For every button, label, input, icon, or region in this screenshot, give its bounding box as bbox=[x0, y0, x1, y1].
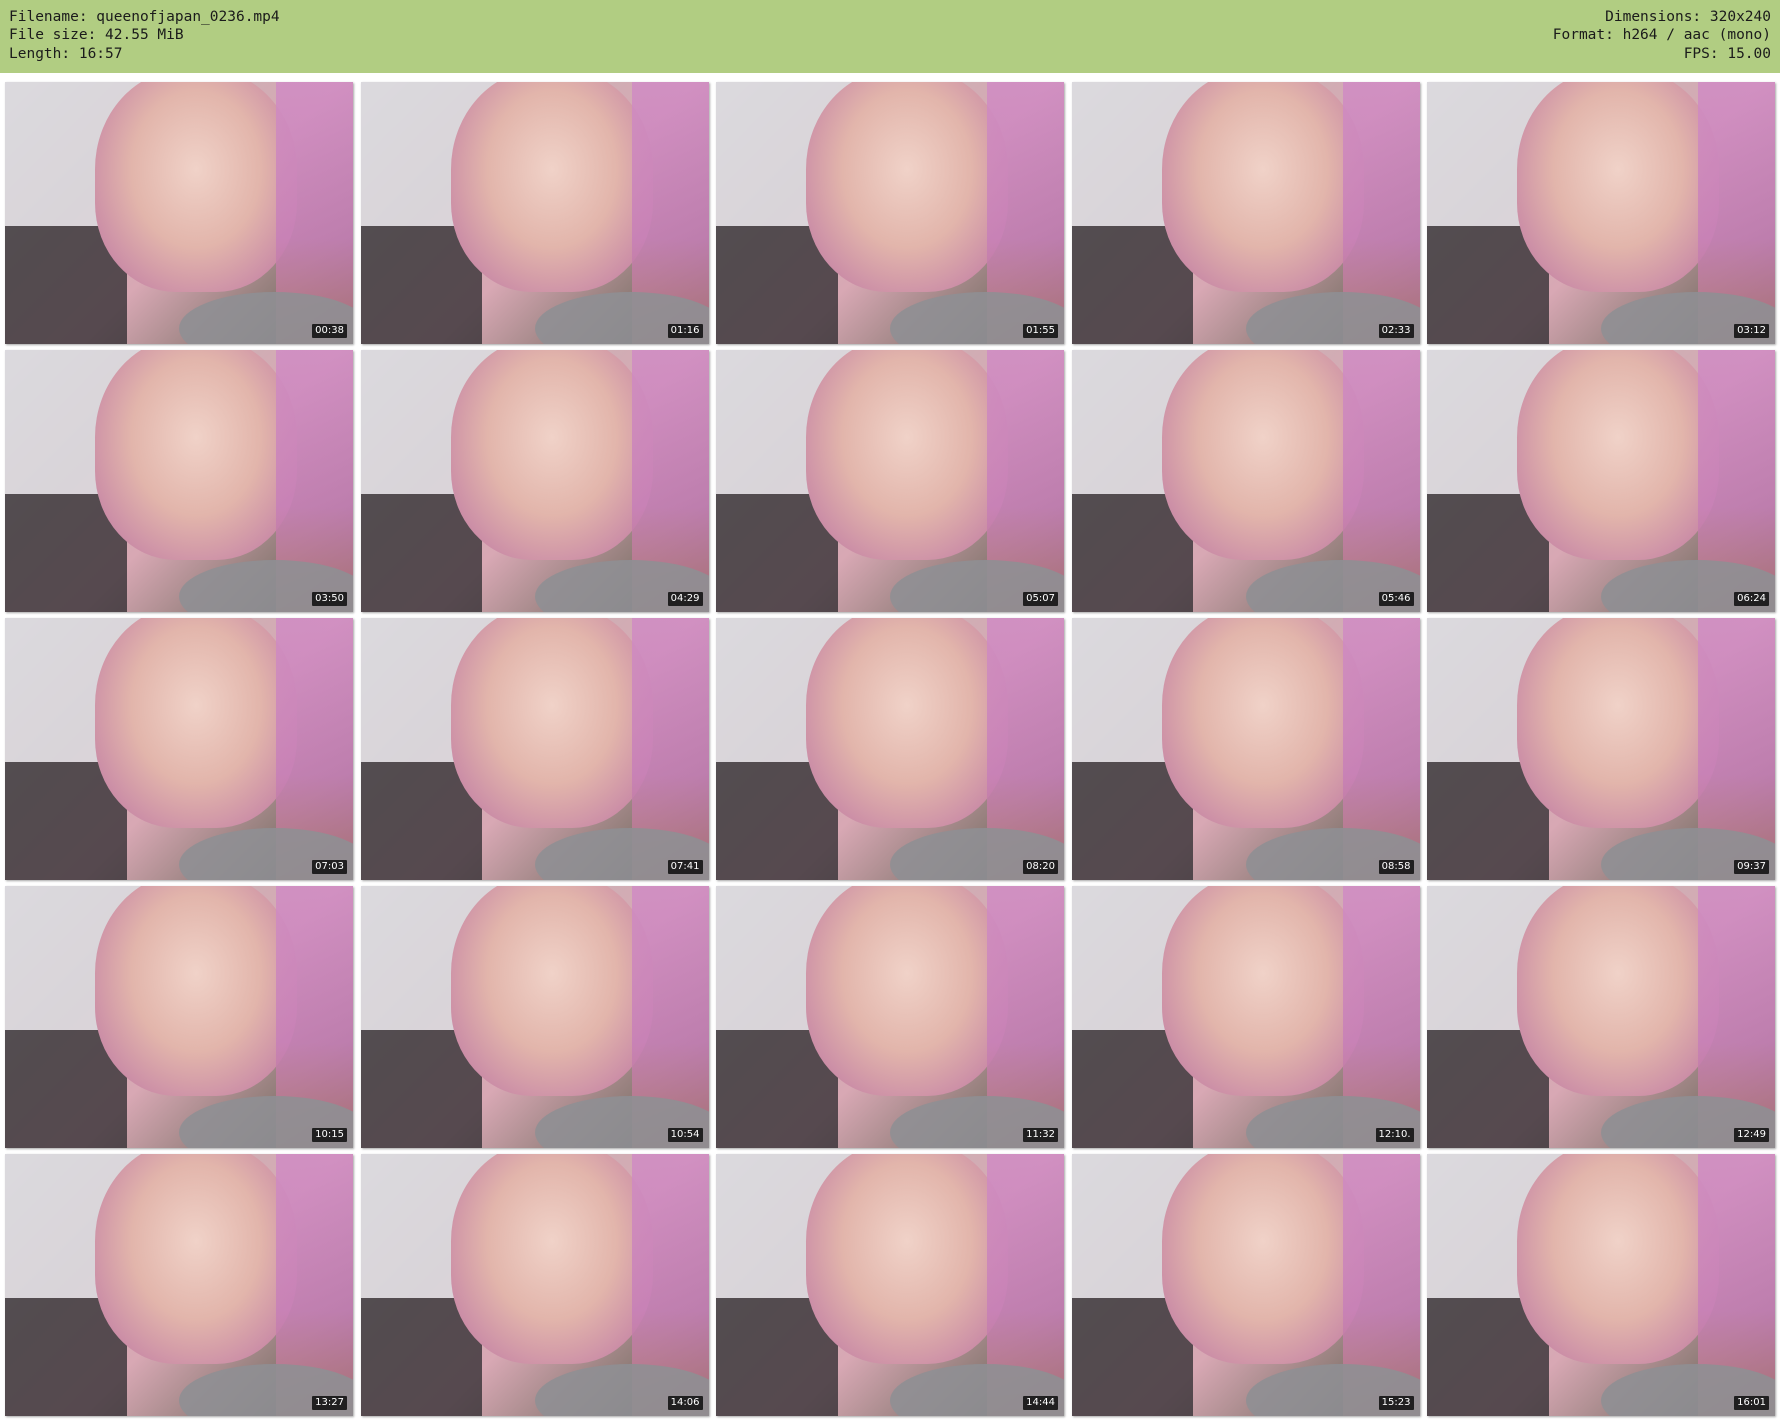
thumbnail: 08:20 bbox=[716, 618, 1064, 880]
info-left: Filename: queenofjapan_0236.mp4 File siz… bbox=[9, 8, 280, 63]
thumbnail: 04:29 bbox=[360, 350, 709, 612]
thumbnail: 00:38 bbox=[5, 82, 353, 344]
timestamp-label: 06:24 bbox=[1734, 592, 1769, 606]
timestamp-label: 10:15 bbox=[312, 1128, 347, 1142]
thumbnail: 03:50 bbox=[5, 350, 353, 612]
thumbnail: 07:03 bbox=[5, 618, 353, 880]
timestamp-label: 12:10. bbox=[1375, 1128, 1414, 1142]
timestamp-label: 05:46 bbox=[1378, 592, 1414, 606]
format-text: Format: h264 / aac (mono) bbox=[1552, 27, 1771, 44]
timestamp-label: 02:33 bbox=[1378, 324, 1414, 338]
info-right: Dimensions: 320x240 Format: h264 / aac (… bbox=[1553, 8, 1771, 63]
timestamp-label: 15:23 bbox=[1378, 1396, 1414, 1410]
timestamp-label: 16:01 bbox=[1734, 1396, 1769, 1410]
dimensions-text: Dimensions: 320x240 bbox=[1605, 9, 1771, 25]
thumbnail: 16:01 bbox=[1427, 1154, 1775, 1416]
timestamp-label: 08:58 bbox=[1378, 860, 1414, 874]
fps-text: FPS: 15.00 bbox=[1683, 45, 1771, 62]
thumbnail: 10:54 bbox=[360, 886, 709, 1148]
timestamp-label: 03:50 bbox=[312, 592, 347, 606]
timestamp-label: 08:20 bbox=[1023, 860, 1058, 874]
length-text: Length: 16:57 bbox=[9, 45, 123, 62]
thumbnail: 05:07 bbox=[716, 350, 1064, 612]
timestamp-label: 13:27 bbox=[312, 1396, 347, 1410]
timestamp-label: 07:03 bbox=[312, 860, 347, 874]
thumbnail: 02:33 bbox=[1071, 82, 1420, 344]
timestamp-label: 14:44 bbox=[1023, 1396, 1058, 1410]
timestamp-label: 00:38 bbox=[312, 324, 347, 338]
thumbnail: 09:37 bbox=[1427, 618, 1775, 880]
timestamp-label: 01:55 bbox=[1023, 324, 1058, 338]
filesize-text: File size: 42.55 MiB bbox=[9, 27, 184, 44]
thumbnail: 12:49 bbox=[1427, 886, 1775, 1148]
timestamp-label: 12:49 bbox=[1734, 1128, 1769, 1142]
thumbnail: 12:10. bbox=[1071, 886, 1420, 1148]
thumbnail: 14:44 bbox=[716, 1154, 1064, 1416]
timestamp-label: 01:16 bbox=[667, 324, 703, 338]
thumbnail-grid: 00:38 01:16 01:55 02:33 03:12 03:50 04:2… bbox=[5, 82, 1775, 1416]
thumbnail: 06:24 bbox=[1427, 350, 1775, 612]
thumbnail: 15:23 bbox=[1071, 1154, 1420, 1416]
timestamp-label: 14:06 bbox=[667, 1396, 703, 1410]
thumbnail: 03:12 bbox=[1427, 82, 1775, 344]
timestamp-label: 09:37 bbox=[1734, 860, 1769, 874]
timestamp-label: 11:32 bbox=[1023, 1128, 1058, 1142]
thumbnail: 10:15 bbox=[5, 886, 353, 1148]
thumbnail: 05:46 bbox=[1071, 350, 1420, 612]
thumbnail: 08:58 bbox=[1071, 618, 1420, 880]
timestamp-label: 04:29 bbox=[667, 592, 703, 606]
thumbnail: 07:41 bbox=[360, 618, 709, 880]
thumbnail: 14:06 bbox=[360, 1154, 709, 1416]
thumbnail: 01:16 bbox=[360, 82, 709, 344]
filename-text: Filename: queenofjapan_0236.mp4 bbox=[9, 9, 280, 25]
info-header: Filename: queenofjapan_0236.mp4 File siz… bbox=[0, 0, 1780, 73]
thumbnail: 01:55 bbox=[716, 82, 1064, 344]
timestamp-label: 03:12 bbox=[1734, 324, 1769, 338]
timestamp-label: 10:54 bbox=[667, 1128, 703, 1142]
thumbnail: 11:32 bbox=[716, 886, 1064, 1148]
timestamp-label: 05:07 bbox=[1023, 592, 1058, 606]
timestamp-label: 07:41 bbox=[667, 860, 703, 874]
thumbnail: 13:27 bbox=[5, 1154, 353, 1416]
